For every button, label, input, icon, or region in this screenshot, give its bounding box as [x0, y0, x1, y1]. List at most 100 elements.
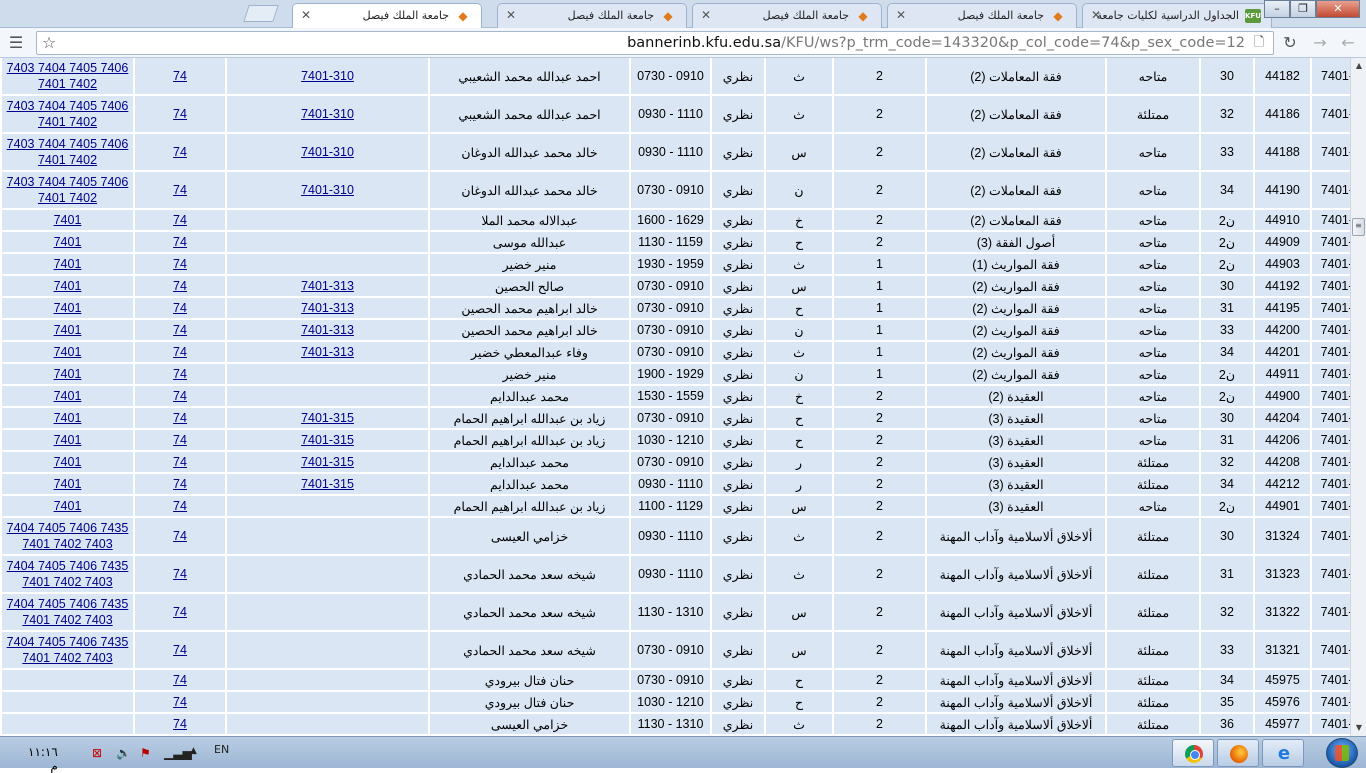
- tab-close-icon[interactable]: ✕: [701, 8, 711, 22]
- back-icon[interactable]: ←: [1338, 33, 1358, 53]
- college-code-cell[interactable]: 74: [135, 430, 225, 450]
- majors-cell[interactable]: 7404 7405 7406 7435 7401 7402 7403: [2, 632, 133, 668]
- majors-cell[interactable]: 7403 7404 7405 7406 7401 7402: [2, 96, 133, 132]
- new-tab-button[interactable]: [243, 5, 279, 22]
- college-code-cell[interactable]: 74: [135, 670, 225, 690]
- majors-cell[interactable]: 7401: [2, 452, 133, 472]
- vertical-scrollbar[interactable]: ▲ ≡ ▼: [1350, 58, 1366, 736]
- prerequisite-cell[interactable]: 7401-315: [227, 408, 428, 428]
- crn-cell: 44208: [1255, 452, 1310, 472]
- tab-close-icon[interactable]: ✕: [896, 8, 906, 22]
- taskbar-firefox[interactable]: [1217, 739, 1259, 767]
- majors-cell[interactable]: 7401: [2, 276, 133, 296]
- majors-cell[interactable]: 7404 7405 7406 7435 7401 7402 7403: [2, 556, 133, 592]
- college-code-cell[interactable]: 74: [135, 298, 225, 318]
- college-code-cell[interactable]: 74: [135, 632, 225, 668]
- majors-cell[interactable]: 7401: [2, 210, 133, 230]
- majors-cell[interactable]: 7401: [2, 408, 133, 428]
- prerequisite-cell[interactable]: 7401-310: [227, 58, 428, 94]
- prerequisite-cell[interactable]: 7401-310: [227, 96, 428, 132]
- majors-cell[interactable]: 7404 7405 7406 7435 7401 7402 7403: [2, 518, 133, 554]
- college-code-cell[interactable]: 74: [135, 452, 225, 472]
- action-center-icon[interactable]: ⚑: [140, 746, 151, 760]
- prerequisite-cell[interactable]: 7401-315: [227, 474, 428, 494]
- prerequisite-cell[interactable]: 7401-315: [227, 430, 428, 450]
- scroll-thumb[interactable]: ≡: [1352, 218, 1365, 236]
- majors-cell[interactable]: 7401: [2, 342, 133, 362]
- browser-tab-0[interactable]: KFU الجداول الدراسية لكليات جامعة ✕: [1082, 3, 1272, 28]
- college-code-cell[interactable]: 74: [135, 342, 225, 362]
- college-code-cell[interactable]: 74: [135, 276, 225, 296]
- majors-cell[interactable]: 7401: [2, 430, 133, 450]
- course-name-cell: العقيدة (3): [927, 496, 1105, 516]
- browser-tab-1[interactable]: ◆ جامعة الملك فيصل ✕: [887, 3, 1077, 28]
- college-code-cell[interactable]: 74: [135, 134, 225, 170]
- college-code-cell[interactable]: 74: [135, 232, 225, 252]
- college-code-cell[interactable]: 74: [135, 320, 225, 340]
- network-error-icon[interactable]: ⊠: [92, 746, 102, 760]
- majors-cell[interactable]: 7403 7404 7405 7406 7401 7402: [2, 172, 133, 208]
- college-code-cell[interactable]: 74: [135, 172, 225, 208]
- majors-cell[interactable]: 7401: [2, 254, 133, 274]
- majors-cell[interactable]: 7403 7404 7405 7406 7401 7402: [2, 134, 133, 170]
- volume-icon[interactable]: 🔈: [116, 746, 131, 760]
- prerequisite-cell[interactable]: 7401-313: [227, 276, 428, 296]
- majors-cell[interactable]: 7401: [2, 364, 133, 384]
- majors-cell[interactable]: 7404 7405 7406 7435 7401 7402 7403: [2, 594, 133, 630]
- scroll-down-arrow[interactable]: ▼: [1351, 720, 1366, 736]
- college-code-cell[interactable]: 74: [135, 474, 225, 494]
- section-cell: ن2: [1201, 232, 1253, 252]
- taskbar-ie[interactable]: e: [1262, 739, 1304, 767]
- credits-cell: 2: [834, 172, 925, 208]
- prerequisite-cell[interactable]: 7401-313: [227, 342, 428, 362]
- tab-close-icon[interactable]: ✕: [301, 8, 311, 22]
- prerequisite-cell[interactable]: 7401-315: [227, 452, 428, 472]
- prerequisite-cell[interactable]: 7401-310: [227, 172, 428, 208]
- majors-cell[interactable]: 7401: [2, 474, 133, 494]
- college-code-cell[interactable]: 74: [135, 58, 225, 94]
- reload-icon[interactable]: ↻: [1280, 33, 1300, 53]
- minimize-button[interactable]: –: [1264, 0, 1290, 18]
- majors-cell[interactable]: 7401: [2, 496, 133, 516]
- menu-icon[interactable]: ☰: [6, 33, 26, 53]
- college-code-cell[interactable]: 74: [135, 692, 225, 712]
- prerequisite-cell[interactable]: 7401-313: [227, 298, 428, 318]
- browser-tab-2[interactable]: ◆ جامعة الملك فيصل ✕: [692, 3, 882, 28]
- college-code-cell[interactable]: 74: [135, 386, 225, 406]
- majors-cell[interactable]: 7401: [2, 232, 133, 252]
- college-code-cell[interactable]: 74: [135, 408, 225, 428]
- college-code-cell[interactable]: 74: [135, 714, 225, 734]
- college-code-cell[interactable]: 74: [135, 210, 225, 230]
- prerequisite-cell[interactable]: 7401-313: [227, 320, 428, 340]
- forward-icon[interactable]: →: [1310, 33, 1330, 53]
- college-code-cell[interactable]: 74: [135, 96, 225, 132]
- college-code-cell[interactable]: 74: [135, 556, 225, 592]
- start-button[interactable]: [1326, 738, 1358, 768]
- tab-close-icon[interactable]: ✕: [506, 8, 516, 22]
- majors-cell[interactable]: 7401: [2, 386, 133, 406]
- address-bar[interactable]: ☆ bannerinb.kfu.edu.sa/KFU/ws?p_trm_code…: [36, 31, 1274, 55]
- bookmark-star-icon[interactable]: ☆: [39, 33, 59, 53]
- majors-cell[interactable]: 7403 7404 7405 7406 7401 7402: [2, 58, 133, 94]
- show-hidden-icons[interactable]: ▲: [190, 746, 197, 756]
- taskbar-chrome[interactable]: [1172, 739, 1214, 767]
- maximize-button[interactable]: ❐: [1290, 0, 1316, 18]
- college-code-cell[interactable]: 74: [135, 254, 225, 274]
- college-code-cell[interactable]: 74: [135, 518, 225, 554]
- college-code-cell[interactable]: 74: [135, 594, 225, 630]
- college-code-cell[interactable]: 74: [135, 496, 225, 516]
- browser-tab-4[interactable]: ◆ جامعة الملك فيصل ✕: [292, 3, 482, 29]
- clock[interactable]: ١١:١٦ م: [28, 745, 58, 773]
- tab-close-icon[interactable]: ✕: [1091, 8, 1101, 22]
- prerequisite-cell[interactable]: 7401-310: [227, 134, 428, 170]
- language-indicator[interactable]: EN: [214, 743, 229, 756]
- signal-icon[interactable]: ▁▃▅: [164, 746, 192, 760]
- majors-cell[interactable]: 7401: [2, 298, 133, 318]
- status-cell: ممتلئة: [1107, 474, 1199, 494]
- majors-cell[interactable]: 7401: [2, 320, 133, 340]
- close-window-button[interactable]: ✕: [1316, 0, 1360, 18]
- college-code-cell[interactable]: 74: [135, 364, 225, 384]
- browser-tab-3[interactable]: ◆ جامعة الملك فيصل ✕: [497, 3, 687, 28]
- status-cell: متاحه: [1107, 386, 1199, 406]
- scroll-up-arrow[interactable]: ▲: [1351, 58, 1366, 74]
